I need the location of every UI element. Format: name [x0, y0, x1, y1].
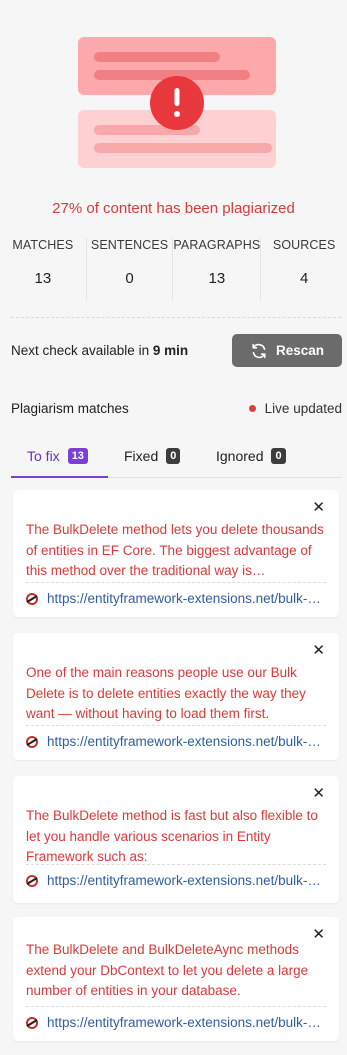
stat-matches: MATCHES 13 — [0, 238, 87, 300]
tab-fixed[interactable]: Fixed 0 — [124, 448, 181, 464]
stat-label: MATCHES — [12, 238, 74, 252]
matches-title: Plagiarism matches — [11, 401, 129, 416]
source-logo-icon — [26, 874, 38, 887]
rescan-label: Rescan — [275, 343, 325, 358]
card-divider — [26, 864, 326, 865]
live-indicator: Live updated — [248, 401, 342, 416]
close-icon[interactable]: ✕ — [312, 643, 325, 658]
stat-value: 0 — [125, 270, 134, 287]
match-source[interactable]: https://entityframework-extensions.net/b… — [26, 734, 331, 749]
source-logo-icon — [26, 735, 38, 748]
stat-sources: SOURCES 4 — [261, 238, 347, 300]
stat-label: SENTENCES — [90, 238, 169, 252]
match-card[interactable]: ✕ The BulkDelete method lets you delete … — [13, 490, 339, 617]
divider — [11, 317, 341, 318]
match-text: The BulkDelete method lets you delete th… — [26, 522, 324, 578]
source-url[interactable]: https://entityframework-extensions.net/b… — [47, 591, 325, 606]
tab-label: Fixed — [124, 448, 159, 464]
refresh-icon — [252, 343, 266, 358]
exclamation-icon — [150, 76, 204, 130]
stat-label: PARAGRAPHS — [173, 238, 261, 252]
source-url[interactable]: https://entityframework-extensions.net/b… — [47, 734, 325, 749]
match-text: One of the main reasons people use our B… — [26, 665, 306, 721]
match-tabs: To fix 13 Fixed 0 Ignored 0 — [11, 444, 342, 478]
tab-count-badge: 13 — [67, 448, 88, 464]
match-card[interactable]: ✕ The BulkDelete method is fast but also… — [13, 776, 339, 903]
match-card[interactable]: ✕ One of the main reasons people use our… — [13, 633, 339, 760]
source-logo-icon — [26, 1016, 38, 1029]
match-source[interactable]: https://entityframework-extensions.net/b… — [26, 873, 331, 888]
recheck-row: Next check available in 9 min Rescan — [11, 334, 342, 367]
stat-sentences: SENTENCES 0 — [87, 238, 174, 300]
next-check-prefix: Next check available in — [11, 343, 153, 358]
live-label: Live updated — [264, 401, 342, 416]
stats-bar: MATCHES 13 SENTENCES 0 PARAGRAPHS 13 SOU… — [0, 238, 347, 300]
matches-header: Plagiarism matches Live updated — [11, 399, 342, 419]
stat-value: 4 — [299, 270, 309, 287]
live-dot-icon — [248, 405, 256, 412]
stat-paragraphs: PARAGRAPHS 13 — [173, 238, 262, 300]
rescan-button[interactable]: Rescan — [232, 334, 342, 367]
tab-count-badge: 0 — [166, 448, 181, 464]
source-url[interactable]: https://entityframework-extensions.net/b… — [47, 1015, 325, 1030]
card-divider — [26, 582, 326, 583]
source-logo-icon — [26, 592, 38, 605]
next-check-text: Next check available in 9 min — [11, 343, 188, 358]
active-tab-indicator — [11, 476, 108, 478]
tab-ignored[interactable]: Ignored 0 — [216, 448, 286, 464]
plagiarism-summary: 27% of content has been plagiarized — [52, 200, 295, 217]
card-divider — [26, 1006, 326, 1007]
stat-value: 13 — [34, 270, 52, 287]
stat-value: 13 — [208, 270, 226, 287]
tab-label: Ignored — [216, 448, 264, 464]
next-check-time: 9 min — [152, 343, 189, 358]
match-card[interactable]: ✕ The BulkDelete and BulkDeleteAync meth… — [13, 917, 339, 1041]
match-text: The BulkDelete and BulkDeleteAync method… — [26, 942, 309, 998]
plagiarism-alert-illustration — [78, 37, 276, 168]
match-source[interactable]: https://entityframework-extensions.net/b… — [26, 1015, 331, 1030]
close-icon[interactable]: ✕ — [312, 500, 325, 515]
match-text: The BulkDelete method is fast but also f… — [26, 808, 318, 864]
tab-to-fix[interactable]: To fix 13 — [27, 448, 88, 464]
match-source[interactable]: https://entityframework-extensions.net/b… — [26, 591, 331, 606]
stat-label: SOURCES — [272, 238, 336, 252]
tab-count-badge: 0 — [271, 448, 286, 464]
source-url[interactable]: https://entityframework-extensions.net/b… — [47, 873, 325, 888]
close-icon[interactable]: ✕ — [312, 786, 325, 801]
tab-label: To fix — [27, 448, 60, 464]
card-divider — [26, 725, 326, 726]
